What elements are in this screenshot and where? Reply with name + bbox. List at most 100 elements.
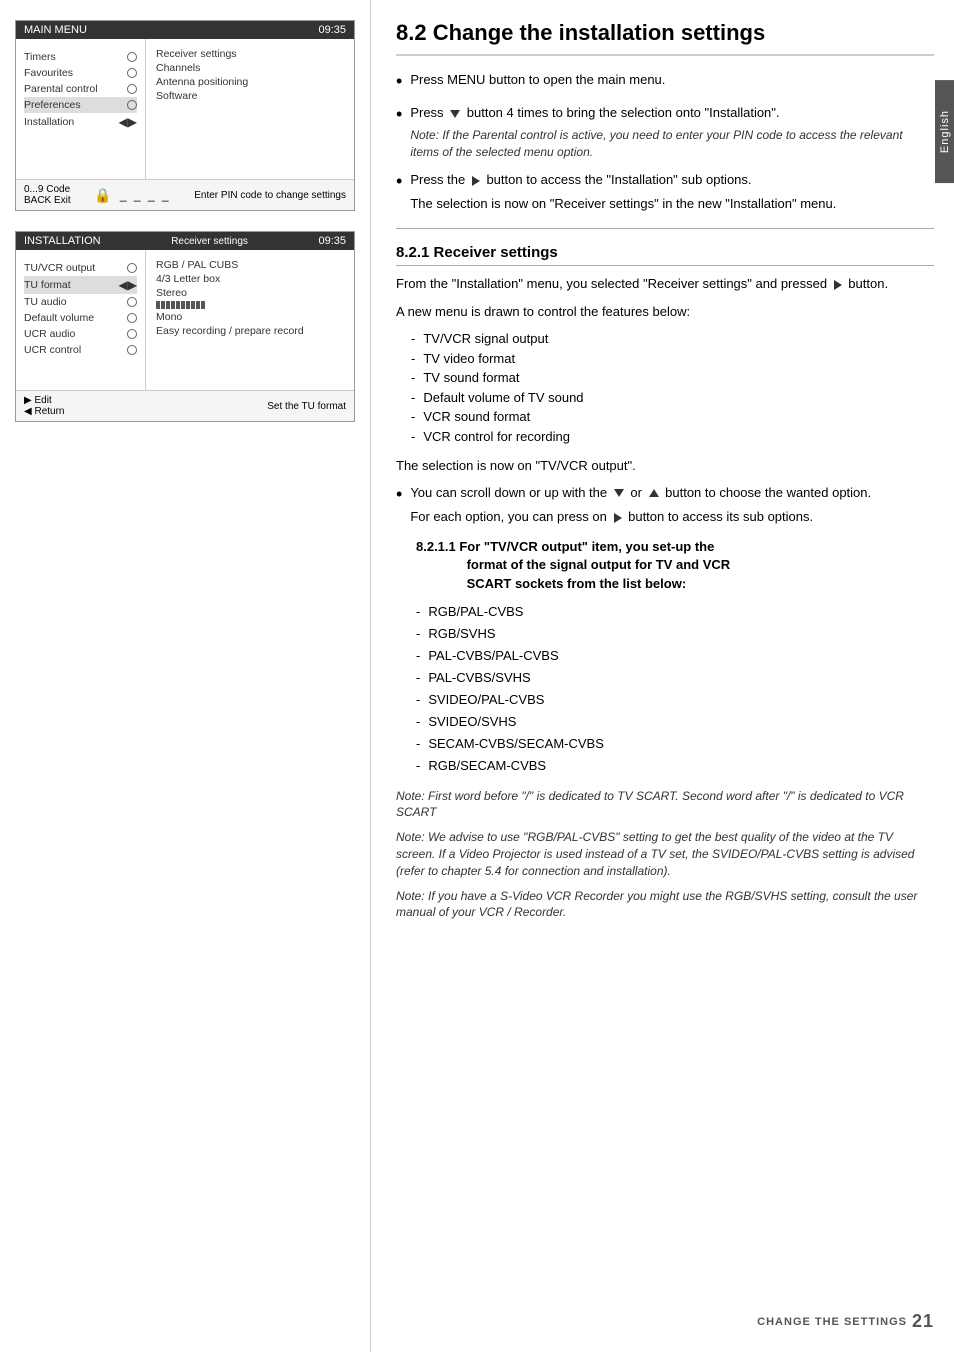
bullet-text-3: Press the button to access the "Installa… — [410, 171, 934, 213]
sig-pal-pal: PAL-CVBS/PAL-CVBS — [416, 645, 934, 667]
right-easy-recording: Easy recording / prepare record — [156, 324, 344, 338]
selection-note: The selection is now on "TV/VCR output". — [396, 456, 934, 476]
triangle-right-1 — [469, 172, 483, 187]
menu-item-favourites[interactable]: Favourites — [24, 65, 137, 81]
install-menu-box: INSTALLATION Receiver settings 09:35 TU/… — [15, 231, 355, 422]
install-menu-time: 09:35 — [318, 235, 346, 247]
sig-secam-secam: SECAM-CVBS/SECAM-CVBS — [416, 733, 934, 755]
vol-seg-10 — [201, 301, 205, 309]
menu-item-parental[interactable]: Parental control — [24, 81, 137, 97]
timers-label: Timers — [24, 51, 56, 63]
pin-dashes: _ _ _ _ — [120, 188, 171, 202]
main-menu-right: Receiver settings Channels Antenna posit… — [146, 39, 354, 179]
right-item-software: Software — [156, 89, 344, 103]
installation-arrow: ◀▶ — [119, 115, 137, 129]
ucrcontrol-radio — [127, 345, 137, 355]
scroll-bullet: • You can scroll down or up with the or … — [396, 484, 934, 526]
bullet-3-extra: The selection is now on "Receiver settin… — [410, 195, 934, 213]
defvol-radio — [127, 313, 137, 323]
scroll-text-3: button to choose the wanted option. — [662, 485, 872, 500]
tuaudio-radio — [127, 297, 137, 307]
install-menu-footer: ▶ Edit ◀ Return Set the TU format — [16, 390, 354, 421]
right-volbar — [156, 300, 344, 310]
bullet-item-2: • Press button 4 times to bring the sele… — [396, 104, 934, 161]
vol-seg-1 — [156, 301, 160, 309]
install-footer-actions: ▶ Edit ◀ Return — [24, 395, 64, 417]
feature-vcrcontrol: VCR control for recording — [411, 427, 934, 447]
menu-item-tuformat[interactable]: TU format ◀▶ — [24, 276, 137, 294]
install-right-title: Receiver settings — [101, 236, 319, 247]
main-menu-box: MAIN MENU 09:35 Timers Favourites Parent… — [15, 20, 355, 211]
install-footer-hint: Set the TU format — [267, 401, 346, 412]
main-section-title: 8.2 Change the installation settings — [396, 20, 934, 56]
main-menu-body: Timers Favourites Parental control Prefe… — [16, 39, 354, 179]
main-menu-left: Timers Favourites Parental control Prefe… — [16, 39, 146, 179]
main-bullet-list: • Press MENU button to open the main men… — [396, 71, 934, 213]
vol-seg-7 — [186, 301, 190, 309]
bullet-dot-2: • — [396, 102, 402, 127]
installation-label: Installation — [24, 116, 74, 128]
right-letterbox: 4/3 Letter box — [156, 272, 344, 286]
right-item-channels: Channels — [156, 61, 344, 75]
bullet-press-3-rest: button to access the "Installation" sub … — [483, 172, 752, 187]
bullet-text-1: Press MENU button to open the main menu. — [410, 71, 934, 89]
menu-item-tuaudio[interactable]: TU audio — [24, 294, 137, 310]
scroll-text-1: You can scroll down or up with the — [410, 485, 610, 500]
vol-seg-4 — [171, 301, 175, 309]
triangle-down-1 — [447, 105, 463, 120]
install-menu-right: RGB / PAL CUBS 4/3 Letter box Stereo — [146, 250, 354, 390]
footer-code-text: 0...9 Code — [24, 184, 71, 195]
triangle-right-2 — [834, 280, 842, 290]
main-menu-title: MAIN MENU — [24, 24, 87, 36]
menu-item-tuvcr[interactable]: TU/VCR output — [24, 260, 137, 276]
subsection-821-title: 8.2.1 Receiver settings — [396, 244, 934, 266]
sig-rgb-svhs: RGB/SVHS — [416, 623, 934, 645]
favourites-radio — [127, 68, 137, 78]
install-menu-body: TU/VCR output TU format ◀▶ TU audio Defa… — [16, 250, 354, 390]
vol-seg-5 — [176, 301, 180, 309]
feature-vcrsound: VCR sound format — [411, 407, 934, 427]
subsubsection-title: 8.2.1.1 For "TV/VCR output" item, you se… — [416, 538, 934, 593]
lang-tab: English — [935, 80, 954, 183]
preferences-label: Preferences — [24, 99, 81, 111]
section-divider — [396, 228, 934, 229]
bullet-2-note: Note: If the Parental control is active,… — [410, 127, 934, 161]
ucrcontrol-label: UCR control — [24, 344, 81, 356]
subsection-intro: From the "Installation" menu, you select… — [396, 274, 934, 294]
left-panel: MAIN MENU 09:35 Timers Favourites Parent… — [0, 0, 370, 1352]
subsection-intro2: A new menu is drawn to control the featu… — [396, 302, 934, 322]
bullet-text-2: Press button 4 times to bring the select… — [410, 104, 934, 161]
right-item-receiver: Receiver settings — [156, 47, 344, 61]
footer-code-label: 0...9 Code BACK Exit — [24, 184, 71, 206]
bullet-item-1: • Press MENU button to open the main men… — [396, 71, 934, 94]
tuformat-label: TU format — [24, 279, 71, 291]
right-stereo: Stereo — [156, 286, 344, 300]
footer-pin-text: Enter PIN code to change settings — [194, 190, 346, 201]
triangle-up-1 — [649, 489, 659, 497]
footer-back-text: BACK Exit — [24, 195, 71, 206]
menu-item-preferences[interactable]: Preferences — [24, 97, 137, 113]
main-menu-time: 09:35 — [318, 24, 346, 36]
install-menu-header: INSTALLATION Receiver settings 09:35 — [16, 232, 354, 250]
sig-svideo-pal: SVIDEO/PAL-CVBS — [416, 689, 934, 711]
bullet-dot-1: • — [396, 69, 402, 94]
feature-defvol: Default volume of TV sound — [411, 388, 934, 408]
bullet-dot-3: • — [396, 169, 402, 194]
menu-item-ucrcontrol[interactable]: UCR control — [24, 342, 137, 358]
menu-item-defvol[interactable]: Default volume — [24, 310, 137, 326]
menu-item-ucraudio[interactable]: UCR audio — [24, 326, 137, 342]
bullet-item-3: • Press the button to access the "Instal… — [396, 171, 934, 213]
feature-tvvideo: TV video format — [411, 349, 934, 369]
page-footer: CHANGE THE SETTINGS 21 — [757, 1311, 934, 1332]
sig-pal-svhs: PAL-CVBS/SVHS — [416, 667, 934, 689]
footer-page: 21 — [912, 1311, 934, 1332]
right-item-antenna: Antenna positioning — [156, 75, 344, 89]
timers-radio — [127, 52, 137, 62]
vol-seg-3 — [166, 301, 170, 309]
tuaudio-label: TU audio — [24, 296, 67, 308]
scroll-bullet-dot: • — [396, 482, 402, 507]
parental-label: Parental control — [24, 83, 98, 95]
triangle-down-2 — [614, 489, 624, 497]
menu-item-timers[interactable]: Timers — [24, 49, 137, 65]
menu-item-installation[interactable]: Installation ◀▶ — [24, 113, 137, 131]
